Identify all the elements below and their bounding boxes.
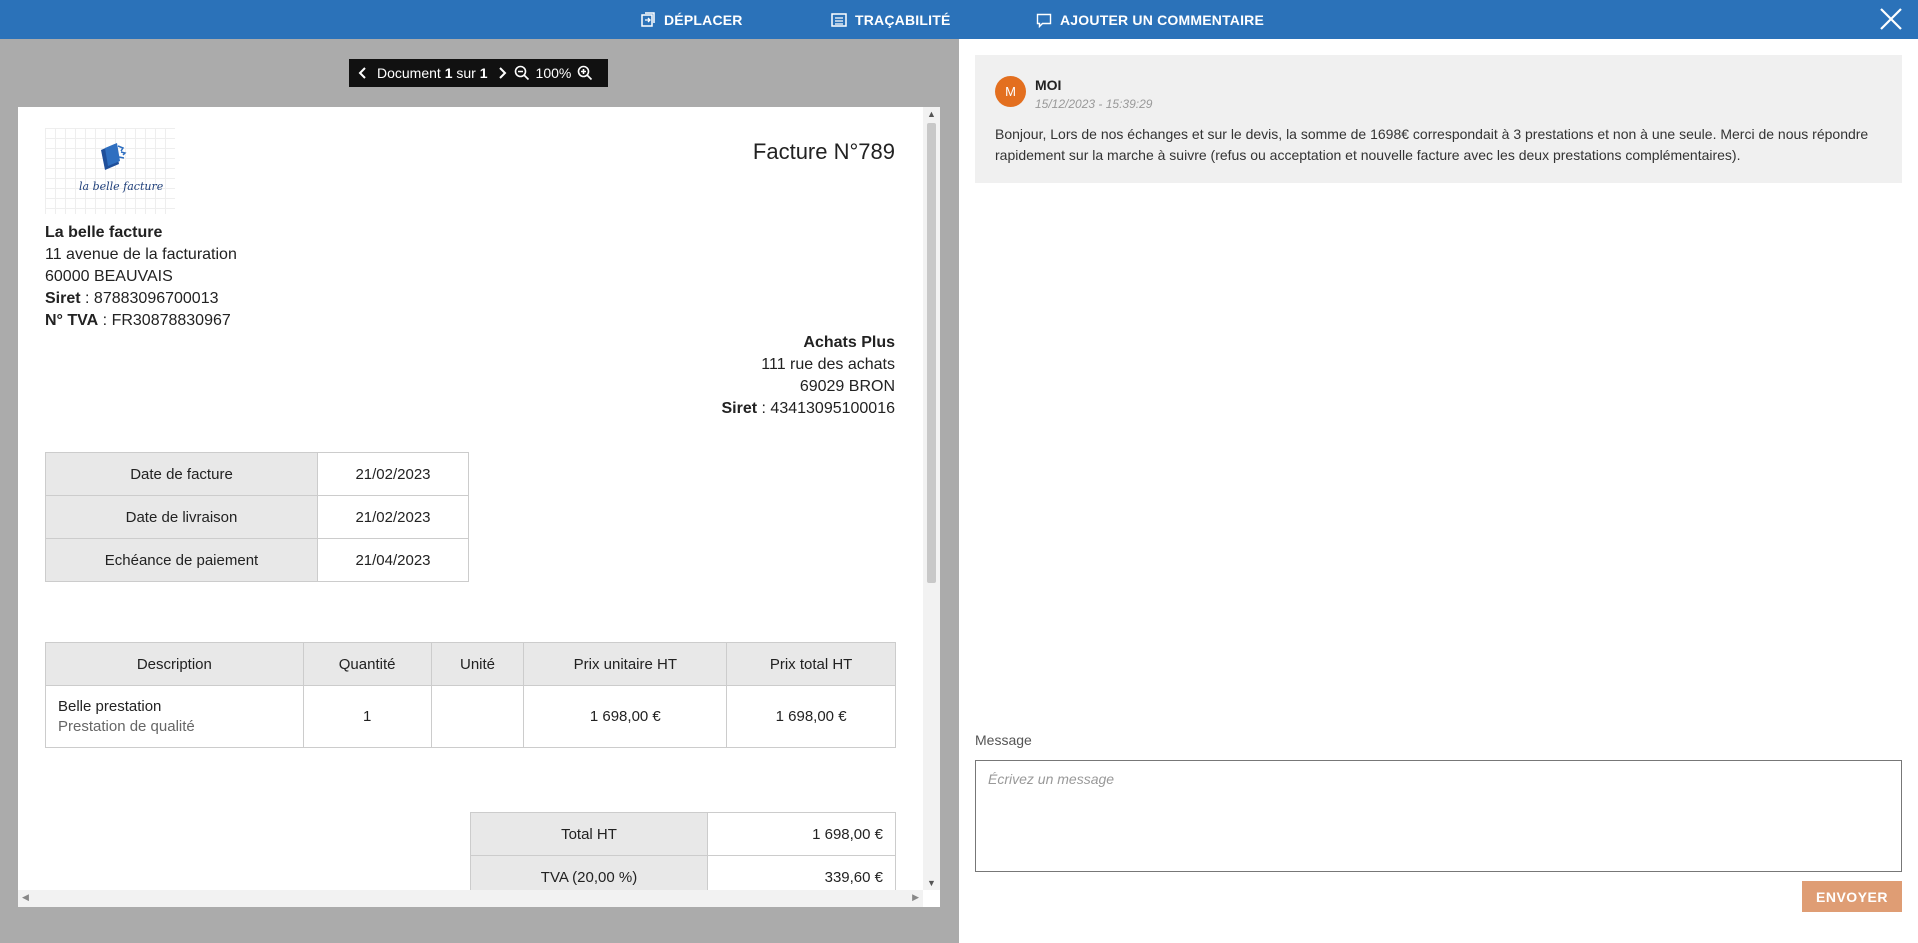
scroll-down-icon[interactable]: ▼ bbox=[927, 878, 936, 888]
comment-date: 15/12/2023 - 15:39:29 bbox=[1035, 97, 1153, 111]
invoice-title: Facture N°789 bbox=[752, 139, 895, 164]
list-icon bbox=[831, 12, 847, 27]
column-header: Description bbox=[45, 642, 304, 686]
next-page-button[interactable] bbox=[492, 61, 512, 85]
totals-table: Total HT 1 698,00 € TVA (20,00 %) 339,60 € bbox=[470, 812, 896, 890]
comment-card: M MOI 15/12/2023 - 15:39:29 Bonjour, Lor… bbox=[975, 55, 1902, 183]
delivery-date-label: Date de livraison bbox=[45, 495, 318, 539]
sender-siret: Siret : 87883096700013 bbox=[45, 290, 219, 307]
items-table: Description Quantité Unité Prix unitaire… bbox=[45, 642, 896, 748]
of-word: sur bbox=[456, 65, 476, 81]
item-detail: Prestation de qualité bbox=[58, 717, 195, 735]
document-frame: la belle facture Facture N°789 La belle … bbox=[18, 107, 940, 907]
recipient-address-line1: 111 rue des achats bbox=[761, 356, 895, 373]
item-total: 1 698,00 € bbox=[726, 685, 896, 748]
sender-vat-value: FR30878830967 bbox=[111, 312, 231, 329]
invoice-page: la belle facture Facture N°789 La belle … bbox=[18, 107, 923, 890]
sender-address-line2: 60000 BEAUVAIS bbox=[45, 268, 173, 285]
scroll-left-icon[interactable]: ◀ bbox=[22, 892, 29, 903]
sender-siret-value: 87883096700013 bbox=[93, 290, 219, 307]
move-label: DÉPLACER bbox=[664, 11, 743, 28]
zoom-level: 100% bbox=[535, 65, 572, 81]
item-description: Belle prestation Prestation de qualité bbox=[45, 685, 304, 748]
comment-icon bbox=[1036, 13, 1052, 28]
sender-address-line1: 11 avenue de la facturation bbox=[45, 246, 237, 263]
recipient-siret-value: 43413095100016 bbox=[770, 400, 895, 417]
avatar: M bbox=[995, 76, 1026, 107]
sender-vat-label: N° TVA bbox=[45, 312, 99, 329]
traceability-button[interactable]: TRAÇABILITÉ bbox=[831, 0, 951, 39]
table-row: TVA (20,00 %) 339,60 € bbox=[470, 855, 896, 890]
book-icon bbox=[101, 143, 127, 170]
vat-value: 339,60 € bbox=[707, 855, 896, 890]
top-bar: DÉPLACER TRAÇABILITÉ AJOUTER UN COMMENTA… bbox=[0, 0, 1918, 39]
logo-text: la belle facture bbox=[79, 180, 164, 193]
scrollbar-thumb[interactable] bbox=[927, 123, 936, 583]
scroll-right-icon[interactable]: ▶ bbox=[912, 892, 919, 903]
sender-block: La belle facture 11 avenue de la factura… bbox=[45, 222, 237, 332]
zoom-out-icon bbox=[514, 65, 529, 81]
recipient-siret-label: Siret bbox=[721, 400, 758, 417]
move-icon bbox=[641, 11, 655, 27]
table-row: Belle prestation Prestation de qualité 1… bbox=[45, 685, 896, 748]
scroll-up-icon[interactable]: ▲ bbox=[927, 109, 936, 119]
message-label: Message bbox=[975, 732, 1032, 748]
table-row: Total HT 1 698,00 € bbox=[470, 812, 896, 856]
recipient-block: Achats Plus 111 rue des achats 69029 BRO… bbox=[722, 332, 896, 420]
item-unit bbox=[430, 685, 525, 748]
table-header-row: Description Quantité Unité Prix unitaire… bbox=[45, 642, 896, 686]
item-quantity: 1 bbox=[302, 685, 432, 748]
previous-page-button[interactable] bbox=[353, 61, 373, 85]
traceability-label: TRAÇABILITÉ bbox=[855, 11, 951, 28]
total-pages: 1 bbox=[479, 65, 488, 81]
column-header: Prix total HT bbox=[726, 642, 896, 686]
comments-panel: M MOI 15/12/2023 - 15:39:29 Bonjour, Lor… bbox=[959, 39, 1918, 943]
invoice-date-value: 21/02/2023 bbox=[317, 452, 469, 496]
table-row: Date de facture 21/02/2023 bbox=[45, 452, 469, 496]
document-viewer: Document 1 sur 1 100% la belle facture F… bbox=[0, 39, 959, 943]
zoom-out-button[interactable] bbox=[512, 61, 532, 85]
delivery-date-value: 21/02/2023 bbox=[317, 495, 469, 539]
close-icon[interactable] bbox=[1878, 6, 1904, 32]
due-date-label: Echéance de paiement bbox=[45, 538, 318, 582]
zoom-in-button[interactable] bbox=[575, 61, 595, 85]
vat-label: TVA (20,00 %) bbox=[470, 855, 708, 890]
due-date-value: 21/04/2023 bbox=[317, 538, 469, 582]
company-logo: la belle facture bbox=[45, 128, 175, 214]
total-ht-value: 1 698,00 € bbox=[707, 812, 896, 856]
table-row: Echéance de paiement 21/04/2023 bbox=[45, 538, 469, 582]
total-ht-label: Total HT bbox=[470, 812, 708, 856]
message-input[interactable] bbox=[975, 760, 1902, 872]
recipient-address-line2: 69029 BRON bbox=[799, 378, 895, 395]
dates-table: Date de facture 21/02/2023 Date de livrai… bbox=[45, 452, 469, 582]
comment-text: Bonjour, Lors de nos échanges et sur le … bbox=[995, 126, 1869, 163]
chevron-left-icon bbox=[358, 67, 366, 79]
sender-siret-label: Siret bbox=[45, 290, 81, 307]
zoom-in-icon bbox=[578, 65, 593, 81]
comment-author: MOI bbox=[1035, 77, 1062, 93]
column-header: Prix unitaire HT bbox=[523, 642, 728, 686]
invoice-date-label: Date de facture bbox=[45, 452, 318, 496]
recipient-name: Achats Plus bbox=[803, 334, 895, 351]
page-indicator: Document 1 sur 1 bbox=[377, 65, 488, 81]
add-comment-label: AJOUTER UN COMMENTAIRE bbox=[1060, 11, 1265, 28]
vertical-scrollbar[interactable]: ▲ ▼ bbox=[923, 107, 940, 890]
item-unit-price: 1 698,00 € bbox=[523, 685, 728, 748]
horizontal-scrollbar[interactable]: ◀ ▶ bbox=[18, 890, 923, 907]
item-name: Belle prestation bbox=[58, 697, 162, 715]
move-button[interactable]: DÉPLACER bbox=[640, 0, 743, 39]
document-toolbar: Document 1 sur 1 100% bbox=[349, 59, 608, 87]
send-button[interactable]: ENVOYER bbox=[1802, 881, 1902, 912]
recipient-siret: Siret : 43413095100016 bbox=[721, 400, 896, 417]
sender-name: La belle facture bbox=[45, 224, 163, 241]
sender-vat: N° TVA : FR30878830967 bbox=[45, 312, 231, 329]
current-page: 1 bbox=[444, 65, 453, 81]
document-word: Document bbox=[377, 65, 441, 81]
add-comment-button[interactable]: AJOUTER UN COMMENTAIRE bbox=[1036, 0, 1264, 39]
column-header: Quantité bbox=[302, 642, 432, 686]
chevron-right-icon bbox=[498, 67, 506, 79]
column-header: Unité bbox=[430, 642, 525, 686]
table-row: Date de livraison 21/02/2023 bbox=[45, 495, 469, 539]
